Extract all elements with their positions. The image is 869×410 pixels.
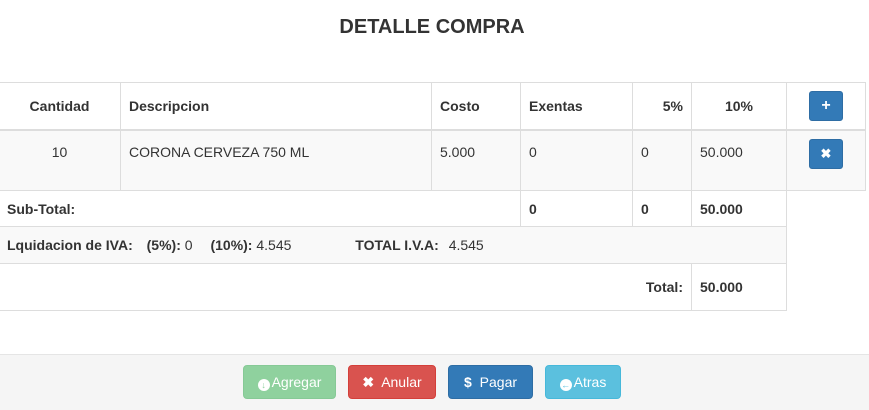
purchase-detail-table: Cantidad Descripcion Costo Exentas 5% 10… (0, 82, 866, 311)
subtotal-5pct: 0 (632, 190, 692, 227)
iva-total-label: TOTAL I.V.A: (355, 237, 439, 253)
iva-total-value: 4.545 (448, 237, 484, 253)
footer-bar: ↓ Agregar ✖ Anular $ Pagar ← Atras (0, 354, 869, 410)
header-costo: Costo (431, 82, 521, 131)
cell-costo: 5.000 (431, 129, 521, 191)
iva-label: Lquidacion de IVA: (7, 237, 133, 253)
header-10pct: 10% (691, 82, 787, 131)
subtotal-10pct: 50.000 (691, 190, 787, 227)
total-label: Total: (0, 263, 692, 311)
iva-ten-value: 4.545 (256, 237, 292, 253)
iva-five-label: (5%): (146, 237, 181, 253)
total-row: Total: 50.000 (0, 263, 866, 311)
iva-liquidation: Lquidacion de IVA: (5%): 0 (10%): 4.545 … (0, 226, 787, 264)
header-5pct: 5% (632, 82, 692, 131)
dollar-icon: $ (463, 374, 472, 390)
header-cantidad: Cantidad (0, 82, 121, 131)
agregar-label: Agregar (271, 374, 322, 390)
iva-ten-label: (10%): (210, 237, 253, 253)
subtotal-label: Sub-Total: (0, 190, 521, 227)
atras-label: Atras (573, 374, 607, 390)
pagar-button[interactable]: $ Pagar (448, 365, 533, 399)
anular-label: Anular (381, 374, 422, 390)
close-icon: ✖ (362, 374, 375, 390)
remove-cell: ✖ (786, 129, 866, 191)
subtotal-exentas: 0 (520, 190, 633, 227)
table-row: 10 CORONA CERVEZA 750 ML 5.000 0 0 50.00… (0, 129, 866, 191)
arrow-left-circle-icon: ← (559, 379, 572, 391)
cell-cantidad: 10 (0, 129, 121, 191)
cell-5pct: 0 (632, 129, 692, 191)
header-descripcion: Descripcion (120, 82, 432, 131)
cell-exentas: 0 (520, 129, 633, 191)
iva-row: Lquidacion de IVA: (5%): 0 (10%): 4.545 … (0, 226, 866, 264)
iva-five-value: 0 (184, 237, 193, 253)
page-title: DETALLE COMPRA (339, 16, 525, 38)
remove-item-button[interactable]: ✖ (809, 139, 843, 169)
atras-button[interactable]: ← Atras (545, 365, 621, 399)
pagar-label: Pagar (479, 374, 518, 390)
add-cell: + (786, 82, 866, 131)
cell-descripcion: CORONA CERVEZA 750 ML (120, 129, 432, 191)
header-exentas: Exentas (520, 82, 633, 131)
cell-10pct: 50.000 (691, 129, 787, 191)
anular-button[interactable]: ✖ Anular (348, 365, 436, 399)
total-value: 50.000 (691, 263, 787, 311)
subtotal-row: Sub-Total: 0 0 50.000 (0, 190, 866, 227)
download-circle-icon: ↓ (257, 379, 270, 391)
agregar-button[interactable]: ↓ Agregar (243, 365, 336, 399)
table-header-row: Cantidad Descripcion Costo Exentas 5% 10… (0, 82, 866, 131)
add-item-button[interactable]: + (809, 91, 843, 121)
